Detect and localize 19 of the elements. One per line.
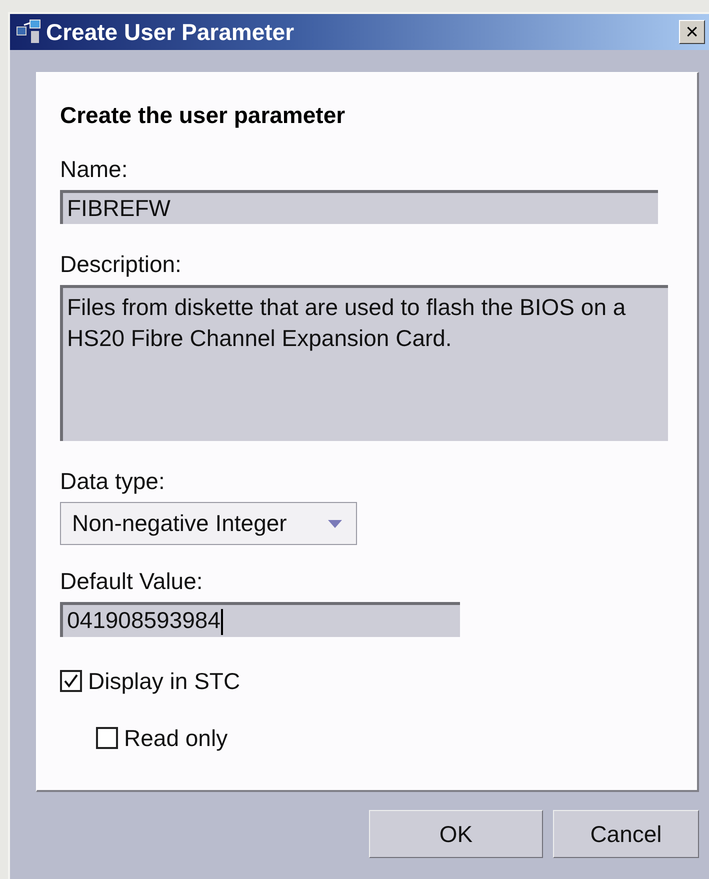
- description-field[interactable]: Files from diskette that are used to flash the BIOS on a HS20 Fibre Channel Expansion Card.: [60, 285, 668, 441]
- checkbox-label: Read only: [124, 724, 228, 752]
- checkbox-label: Display in STC: [88, 667, 240, 695]
- computers-icon: [16, 19, 42, 45]
- default-value-field[interactable]: 041908593984: [60, 602, 460, 637]
- cancel-button[interactable]: Cancel: [553, 810, 699, 858]
- field-label: Name:: [60, 155, 129, 183]
- checkbox[interactable]: [96, 727, 118, 749]
- close-button[interactable]: ×: [679, 20, 705, 44]
- data-type-dropdown[interactable]: Non-negative Integer: [60, 502, 357, 545]
- checkbox[interactable]: [60, 670, 82, 692]
- field-label: Description:: [60, 250, 182, 278]
- name-field[interactable]: FIBREFW: [60, 190, 658, 224]
- ok-button[interactable]: OK: [369, 810, 543, 858]
- form-heading: Create the user parameter: [60, 101, 346, 129]
- caret-icon: [328, 520, 342, 528]
- field-label: Default Value:: [60, 567, 204, 595]
- window-title: Create User Parameter: [46, 18, 296, 46]
- field-label: Data type:: [60, 467, 166, 495]
